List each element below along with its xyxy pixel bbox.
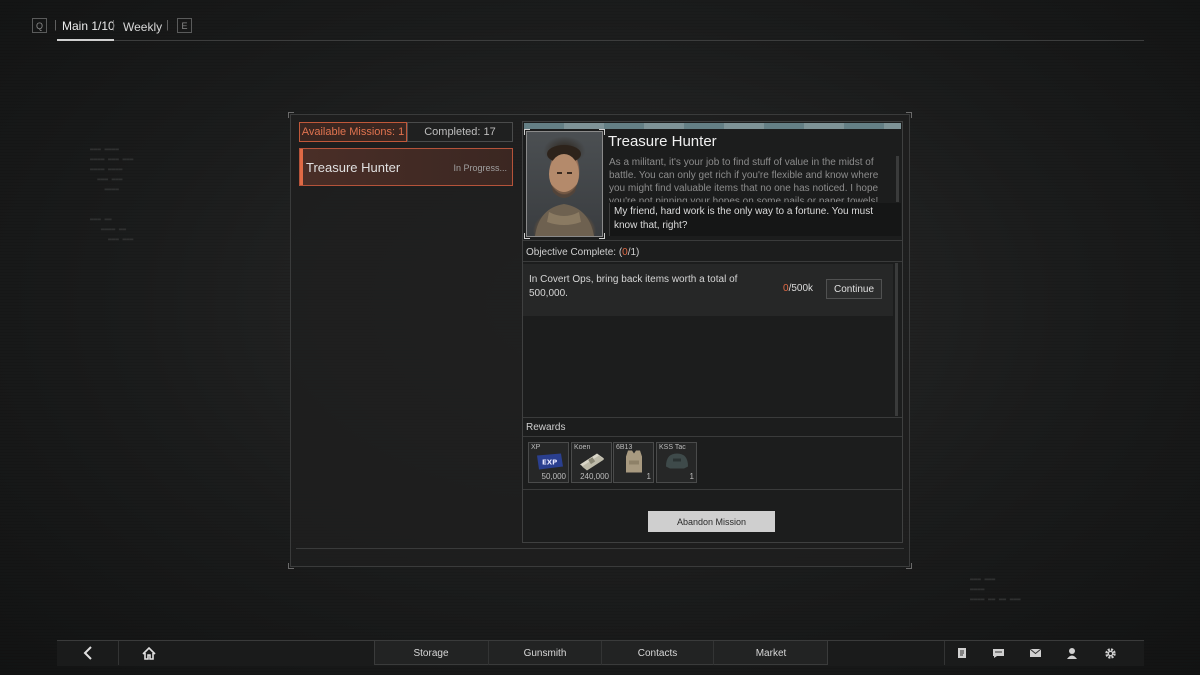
- profile-icon: [1067, 648, 1077, 659]
- divider: [523, 489, 902, 490]
- frame-corner: [906, 112, 912, 118]
- notes-icon: [957, 648, 966, 658]
- helmet-icon: [663, 451, 691, 478]
- active-tab-underline: [57, 39, 114, 41]
- tab-weekly[interactable]: Weekly: [123, 20, 162, 34]
- abandon-mission-button[interactable]: Abandon Mission: [648, 511, 775, 532]
- mail-icon: [1029, 648, 1041, 657]
- reward-label: XP: [531, 444, 541, 451]
- frame-corner: [906, 563, 912, 569]
- reward-qty: 50,000: [541, 472, 566, 481]
- mail-button[interactable]: [1018, 641, 1052, 665]
- frame-bottom-divider: [296, 548, 904, 549]
- objective-text: In Covert Ops, bring back items worth a …: [529, 274, 738, 299]
- settings-button[interactable]: [1092, 641, 1128, 665]
- nav-label: Storage: [413, 647, 449, 659]
- tab-available-missions[interactable]: Available Missions: 1: [299, 122, 407, 142]
- reward-koen[interactable]: Koen 240,000: [571, 442, 612, 483]
- nav-market[interactable]: Market: [713, 641, 828, 665]
- frame-corner: [288, 563, 294, 569]
- nav-contacts[interactable]: Contacts: [601, 641, 713, 665]
- reward-qty: 240,000: [580, 472, 609, 481]
- progress-total: /500k: [788, 283, 814, 294]
- back-button[interactable]: [70, 641, 106, 665]
- separator: |: [112, 19, 115, 31]
- objective-row: In Covert Ops, bring back items worth a …: [523, 264, 893, 316]
- reward-kss-tac[interactable]: KSS Tac 1: [656, 442, 697, 483]
- background-decoration: ▬▬▬ ▬▬▬ ▬▬▬▬ ▬▬▬▬ ▬▬ ▬▬ ▬▬▬: [970, 576, 1021, 603]
- mission-name: Treasure Hunter: [306, 160, 401, 175]
- header-banner: [524, 123, 901, 129]
- portrait-corner: [599, 129, 605, 135]
- selected-accent: [300, 149, 303, 185]
- separator: |: [54, 19, 57, 31]
- tab-completed-missions[interactable]: Completed: 17: [407, 122, 513, 142]
- nav-label: Gunsmith: [523, 647, 567, 659]
- home-button[interactable]: [118, 641, 178, 665]
- tab-main[interactable]: Main 1/10: [62, 19, 115, 33]
- mission-description[interactable]: As a militant, it's your job to find stu…: [609, 156, 896, 202]
- npc-quote-box: My friend, hard work is the only way to …: [609, 203, 901, 236]
- chat-button[interactable]: [981, 641, 1015, 665]
- rewards-label: Rewards: [526, 422, 566, 433]
- svg-text:EXP: EXP: [542, 459, 557, 467]
- divider: [523, 417, 902, 418]
- background-decoration: ▬▬▬ ▬▬▬▬ ▬▬▬▬ ▬▬▬ ▬▬▬ ▬▬▬▬ ▬▬▬▬ ▬▬▬ ▬▬▬ ▬▬…: [90, 146, 134, 243]
- description-scrollbar[interactable]: [896, 156, 899, 202]
- nav-storage[interactable]: Storage: [374, 641, 488, 665]
- portrait-figure: [535, 145, 594, 236]
- npc-quote: My friend, hard work is the only way to …: [614, 206, 874, 231]
- notes-button[interactable]: [944, 641, 978, 665]
- home-icon: [141, 646, 156, 660]
- mission-list-item[interactable]: Treasure Hunter In Progress...: [299, 148, 513, 186]
- frame-corner: [288, 112, 294, 118]
- npc-portrait: [526, 131, 603, 237]
- nav-gunsmith[interactable]: Gunsmith: [488, 641, 601, 665]
- mission-status: In Progress...: [453, 163, 507, 173]
- objective-progress: 0/500k: [783, 283, 813, 294]
- reward-qty: 1: [689, 472, 694, 481]
- gear-icon: [1104, 647, 1116, 659]
- portrait-corner: [524, 129, 530, 135]
- portrait-corner: [524, 233, 530, 239]
- objective-header-suffix: /1): [627, 247, 640, 258]
- q-key-hint[interactable]: Q: [32, 18, 47, 33]
- profile-button[interactable]: [1055, 641, 1089, 665]
- back-chevron-icon: [83, 646, 92, 660]
- reward-6b13[interactable]: 6B13 1: [613, 442, 654, 483]
- divider: [523, 436, 902, 437]
- portrait-corner: [599, 233, 605, 239]
- reward-xp[interactable]: XP EXP 50,000: [528, 442, 569, 483]
- objective-header-prefix: Objective Complete: (: [526, 247, 623, 258]
- nav-label: Market: [755, 647, 787, 659]
- chat-icon: [992, 648, 1004, 658]
- nav-label: Contacts: [637, 647, 678, 659]
- vest-icon: [623, 449, 645, 480]
- e-key-hint[interactable]: E: [177, 18, 192, 33]
- reward-qty: 1: [646, 472, 651, 481]
- mission-title: Treasure Hunter: [608, 133, 717, 150]
- top-divider: [114, 40, 1144, 41]
- continue-button[interactable]: Continue: [826, 279, 882, 299]
- divider: [523, 261, 902, 262]
- objectives-scrollbar[interactable]: [895, 263, 898, 416]
- objective-header: Objective Complete: (0/1): [526, 247, 639, 258]
- separator: |: [166, 19, 169, 31]
- divider: [523, 240, 902, 241]
